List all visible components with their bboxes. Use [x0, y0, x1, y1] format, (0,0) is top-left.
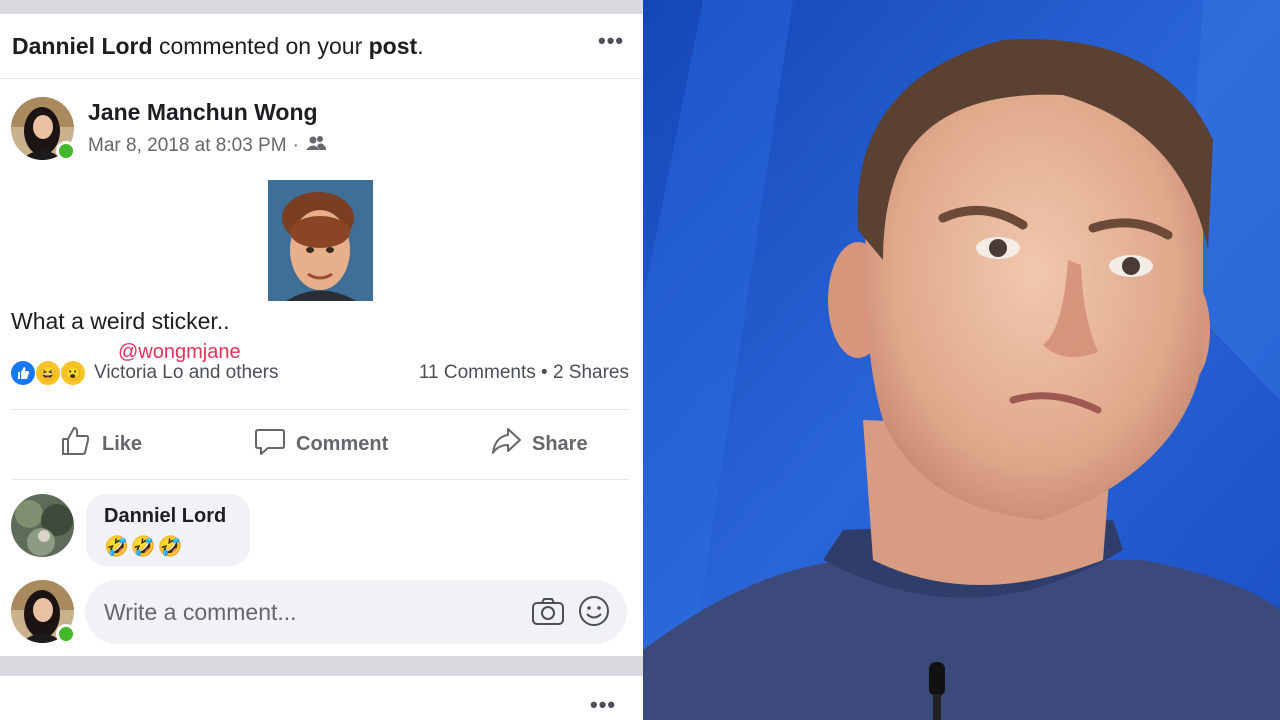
- friends-icon: [305, 135, 327, 157]
- counts-separator: •: [535, 362, 553, 383]
- share-arrow-icon: [490, 425, 522, 463]
- like-label: Like: [102, 432, 143, 455]
- notification-actor[interactable]: Danniel Lord: [12, 33, 153, 59]
- comment-input[interactable]: Write a comment...: [85, 580, 627, 644]
- comment-body: 🤣🤣🤣: [104, 536, 185, 558]
- sticker-image: [268, 180, 373, 301]
- portrait-photo: [643, 0, 1280, 720]
- post-counts: 11 Comments • 2 Shares: [419, 362, 629, 384]
- watermark-handle: @wongmjane: [118, 341, 241, 363]
- shares-count[interactable]: 2 Shares: [553, 362, 629, 383]
- comment-bubble-icon: [254, 425, 286, 463]
- post-meta: Mar 8, 2018 at 8:03 PM ·: [88, 135, 327, 157]
- notification-text: Danniel Lord commented on your post.: [12, 33, 424, 59]
- post-timestamp[interactable]: Mar 8, 2018 at 8:03 PM: [88, 135, 287, 157]
- divider: [12, 409, 629, 410]
- haha-reaction-icon: 😆: [35, 360, 61, 386]
- comment-placeholder: Write a comment...: [104, 599, 297, 625]
- comment-author[interactable]: Danniel Lord: [104, 505, 226, 528]
- share-label: Share: [532, 432, 588, 455]
- comment-label: Comment: [296, 432, 389, 455]
- online-status-indicator: [56, 624, 76, 644]
- like-button[interactable]: Like: [60, 424, 142, 464]
- reaction-icons[interactable]: 😆 😮: [10, 360, 86, 386]
- thumbs-up-icon: [60, 425, 92, 463]
- meta-separator: ·: [292, 135, 299, 156]
- camera-icon[interactable]: [531, 595, 565, 632]
- notification-object[interactable]: post: [369, 33, 418, 59]
- more-dots-icon[interactable]: •••: [598, 28, 624, 54]
- post-text: What a weird sticker..: [11, 308, 230, 334]
- bottom-separator: [0, 656, 643, 676]
- wow-reaction-icon: 😮: [60, 360, 86, 386]
- more-dots-icon[interactable]: •••: [590, 692, 616, 718]
- commenter-avatar[interactable]: [11, 494, 74, 557]
- facebook-notification-panel: Danniel Lord commented on your post. •••…: [0, 0, 643, 720]
- comment-button[interactable]: Comment: [254, 424, 388, 464]
- online-status-indicator: [56, 141, 76, 161]
- comments-count[interactable]: 11 Comments: [419, 362, 536, 383]
- comment-bubble[interactable]: Danniel Lord 🤣🤣🤣: [86, 494, 250, 566]
- reaction-names[interactable]: Victoria Lo and others: [94, 362, 279, 384]
- notification-header[interactable]: Danniel Lord commented on your post. •••: [0, 14, 643, 79]
- post-author-name[interactable]: Jane Manchun Wong: [88, 99, 318, 126]
- emoji-icon[interactable]: [578, 595, 610, 632]
- divider: [12, 479, 629, 480]
- top-separator: [0, 0, 643, 14]
- like-reaction-icon: [10, 360, 36, 386]
- share-button[interactable]: Share: [490, 424, 588, 464]
